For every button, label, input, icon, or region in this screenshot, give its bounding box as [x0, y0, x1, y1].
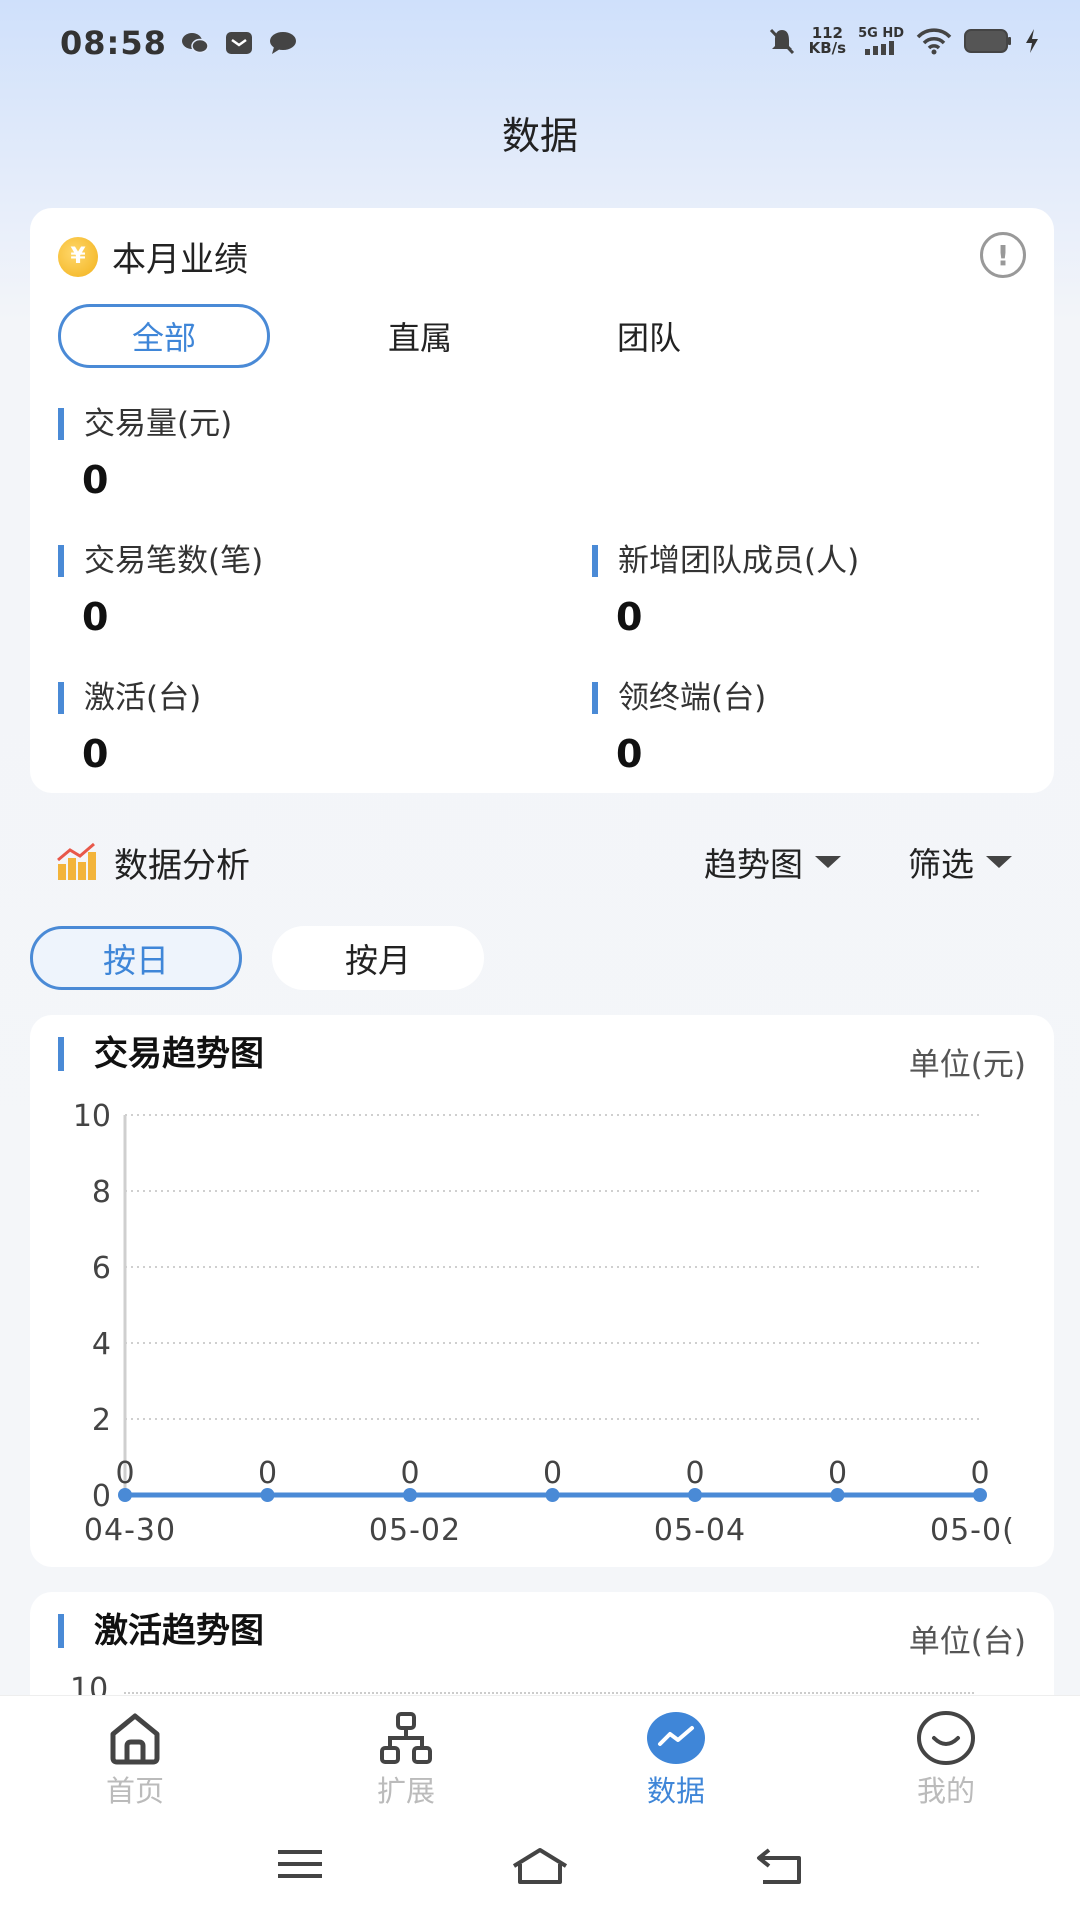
- chart-type-label: 趋势图: [704, 845, 803, 884]
- status-time: 08:58: [60, 24, 167, 62]
- period-tabs: 按日 按月: [30, 926, 484, 990]
- analysis-title: 数据分析: [114, 846, 250, 886]
- y-tick-label: 8: [92, 1175, 111, 1210]
- message-icon: [270, 32, 296, 54]
- bottom-nav: 首页 扩展 数据 我的: [0, 1695, 1080, 1920]
- battery-icon: [964, 29, 1011, 53]
- caret-down-icon: [815, 856, 841, 868]
- x-tick-label: 05-0(: [930, 1513, 1015, 1548]
- stat-activations-value: 0: [82, 732, 109, 776]
- stat-new-members-value: 0: [616, 595, 643, 639]
- activation-chart-unit: 单位(台): [908, 1624, 1026, 1660]
- activation-chart-title: 激活趋势图: [58, 1614, 264, 1648]
- stat-terminals-label: 领终端(台): [592, 682, 766, 714]
- nav-data-label: 数据: [646, 1774, 705, 1808]
- stat-activations: 激活(台) 0: [58, 682, 201, 776]
- y-tick-label: 0: [92, 1479, 111, 1514]
- trade-trend-card: 交易趋势图 单位(元) 0 2 4 6 8 10 0 0 0 0 0 0 0 04-30 05-02 05-0…: [30, 1015, 1054, 1567]
- data-label: 0: [970, 1456, 989, 1491]
- data-analysis-header: 数据分析 趋势图 筛选: [56, 838, 1026, 888]
- nav-mine-label: 我的: [916, 1774, 975, 1808]
- stat-count-value: 0: [82, 595, 109, 639]
- stat-volume-value: 0: [82, 458, 109, 502]
- data-label: 0: [828, 1456, 847, 1491]
- nav-mine[interactable]: 我的: [876, 1710, 1016, 1810]
- filter-label: 筛选: [908, 845, 974, 884]
- trade-line-chart: 02468100 0 0 0 0 0 004-30 05-02 05-04 05-0(: [73, 1099, 1015, 1548]
- data-label: 0: [543, 1456, 562, 1491]
- activation-gridline: [124, 1692, 974, 1694]
- y-tick-label: 2: [92, 1403, 111, 1438]
- x-tick-label: 05-04: [654, 1513, 746, 1548]
- data-label: 0: [258, 1456, 277, 1491]
- period-monthly[interactable]: 按月: [272, 926, 484, 990]
- stat-new-members-label: 新增团队成员(人): [592, 545, 859, 577]
- nav-expand[interactable]: 扩展: [336, 1710, 476, 1810]
- nav-expand-label: 扩展: [376, 1774, 435, 1808]
- mute-bell-icon: [769, 28, 794, 55]
- charging-icon: [1026, 29, 1038, 53]
- net-speed: 112 KB/s: [808, 24, 847, 57]
- tab-direct[interactable]: 直属: [310, 313, 530, 359]
- stat-new-members: 新增团队成员(人) 0: [592, 545, 859, 639]
- monthly-performance-card: ¥ 本月业绩 ! 全部 直属 团队 交易量(元) 0 交易笔数(笔) 0 新增团…: [30, 208, 1054, 793]
- network-icon: [380, 1712, 432, 1764]
- info-icon[interactable]: !: [980, 232, 1026, 278]
- period-daily[interactable]: 按日: [30, 926, 242, 990]
- stat-terminals-value: 0: [616, 732, 643, 776]
- tab-all[interactable]: 全部: [58, 304, 270, 368]
- coin-icon: ¥: [58, 236, 98, 277]
- x-tick-label: 05-02: [369, 1513, 461, 1548]
- system-home-icon[interactable]: [510, 1846, 570, 1886]
- chart-type-dropdown[interactable]: 趋势图: [704, 838, 841, 886]
- y-tick-label: 6: [92, 1251, 111, 1286]
- status-right: 112 KB/s 5G HD: [767, 26, 1040, 56]
- nav-home-label: 首页: [105, 1774, 164, 1808]
- data-label: 0: [400, 1456, 419, 1491]
- tab-team[interactable]: 团队: [554, 313, 744, 359]
- bar-chart-icon: [57, 842, 96, 880]
- stat-volume-label: 交易量(元): [58, 408, 232, 440]
- stat-activations-label: 激活(台): [58, 682, 201, 714]
- performance-tabs: 全部 直属 团队: [58, 304, 744, 368]
- data-label: 0: [115, 1456, 134, 1491]
- notification-icons: [180, 30, 298, 56]
- x-tick-label: 04-30: [84, 1513, 176, 1548]
- y-tick-label: 4: [92, 1327, 111, 1362]
- page-title: 数据: [501, 114, 578, 158]
- data-label: 0: [685, 1456, 704, 1491]
- nav-home[interactable]: 首页: [65, 1710, 205, 1810]
- y-tick-label: 10: [73, 1099, 111, 1134]
- stat-volume: 交易量(元) 0: [58, 408, 232, 502]
- smile-icon: [917, 1711, 975, 1765]
- stat-count-label: 交易笔数(笔): [58, 545, 263, 577]
- cell-signal: 5G HD: [858, 27, 904, 55]
- wechat-icon: [182, 33, 209, 54]
- stat-count: 交易笔数(笔) 0: [58, 545, 263, 639]
- signal-bars-icon: [865, 41, 895, 55]
- back-icon[interactable]: [755, 1846, 805, 1886]
- mail-icon: [226, 32, 252, 54]
- performance-title: 本月业绩: [112, 240, 248, 280]
- home-icon: [110, 1713, 160, 1765]
- menu-icon[interactable]: [276, 1846, 324, 1882]
- status-bar: 08:58 112 KB/s 5G HD: [0, 0, 1080, 90]
- stat-terminals: 领终端(台) 0: [592, 682, 766, 776]
- caret-down-icon: [986, 856, 1012, 868]
- wifi-icon: [916, 28, 952, 55]
- filter-dropdown[interactable]: 筛选: [908, 838, 1012, 886]
- nav-data[interactable]: 数据: [606, 1710, 746, 1810]
- chart-icon: [647, 1712, 705, 1764]
